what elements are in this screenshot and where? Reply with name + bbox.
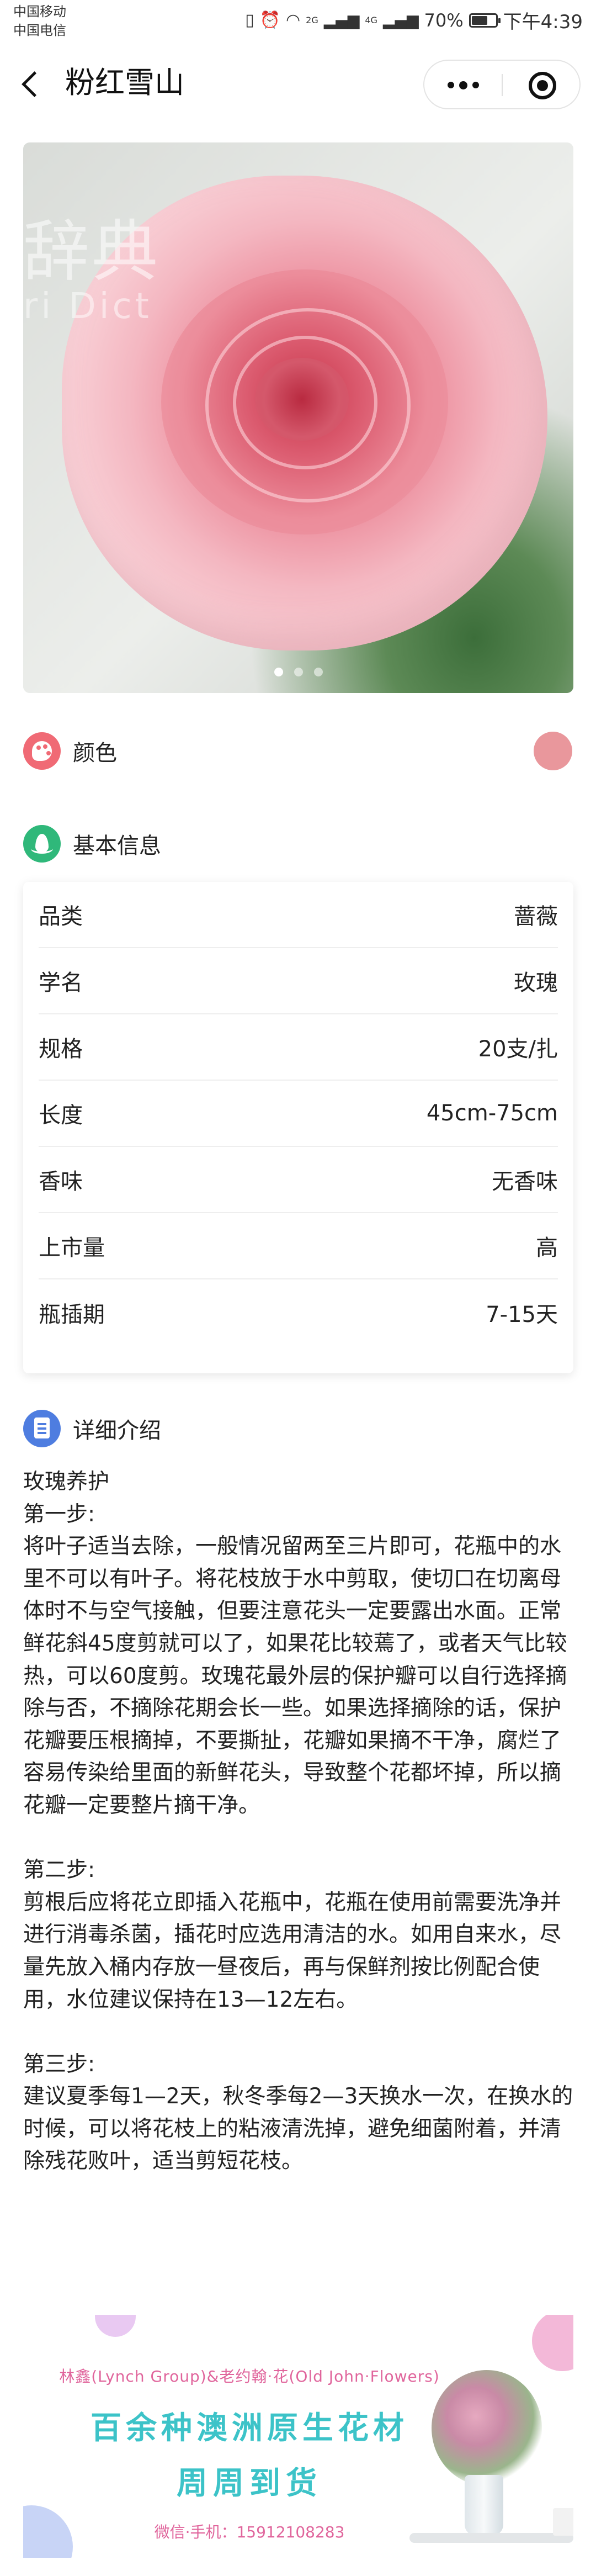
step1-text: 将叶子适当去除，一般情况留两至三片即可，花瓶中的水里不可以有叶子。将花枝放于水中… [23, 1534, 567, 1818]
back-arrow-icon[interactable] [15, 62, 49, 106]
step2-title: 第二步: [23, 1858, 95, 1883]
signal-icon: ▂▄▆ [323, 11, 360, 29]
palette-icon [23, 732, 61, 770]
rose-core [255, 358, 349, 441]
network-2g-label: 2G [306, 15, 318, 25]
banner-brand: 林鑫(Lynch Group)&老约翰·花(Old John·Flowers) [59, 2367, 440, 2385]
info-key: 长度 [39, 1103, 83, 1128]
step3-text: 建议夏季每1—2天，秋冬季每2—3天换水一次，在换水的时候，可以将花枝上的粘液清… [23, 2084, 573, 2174]
info-value: 无香味 [492, 1169, 558, 1194]
status-bar: 中国移动 中国电信 ▯ ⏰ ◠ 2G ▂▄▆ 4G ▂▄▆ 70% 下午4:39 [0, 0, 596, 44]
info-value: 45cm-75cm [426, 1101, 558, 1126]
decor-circle [95, 2315, 136, 2337]
info-key: 香味 [39, 1169, 83, 1194]
dot-icon [472, 82, 479, 88]
document-icon [23, 1410, 61, 1447]
carrier-info: 中国移动 中国电信 [13, 2, 66, 40]
detail-article: 玫瑰养护 第一步: 将叶子适当去除，一般情况留两至三片即可，花瓶中的水里不可以有… [23, 1466, 575, 2178]
step2-text: 剪根后应将花立即插入花瓶中，花瓶在使用前需要洗净并进行消毒杀菌，插花时应选用清洁… [23, 1890, 562, 2012]
status-icons: ▯ ⏰ ◠ 2G ▂▄▆ 4G ▂▄▆ 70% 下午4:39 [245, 7, 583, 34]
info-value: 20支/扎 [478, 1036, 558, 1062]
detail-label: 详细介绍 [73, 1418, 161, 1443]
info-value: 玫瑰 [514, 970, 558, 996]
step3-title: 第三步: [23, 2051, 95, 2077]
info-row-scientific-name: 学名 玫瑰 [39, 948, 558, 1014]
dot-icon [459, 81, 467, 89]
carousel-dot[interactable] [313, 668, 323, 676]
info-row-vase-life: 瓶插期 7-15天 [39, 1279, 558, 1346]
dot-icon [447, 82, 454, 88]
color-section-header: 颜色 [23, 732, 117, 770]
leaf-icon [23, 825, 61, 863]
info-row-fragrance: 香味 无香味 [39, 1147, 558, 1213]
color-label: 颜色 [73, 740, 117, 766]
image-carousel[interactable]: 辞典 ri Dict [23, 142, 573, 693]
info-key: 瓶插期 [39, 1302, 105, 1327]
info-row-spec: 规格 20支/扎 [39, 1014, 558, 1081]
battery-percent: 70% [424, 9, 464, 31]
carrier-1: 中国移动 [13, 4, 66, 19]
watermark-text: 辞典 [23, 214, 160, 290]
carousel-dot[interactable] [294, 668, 303, 676]
more-menu-button[interactable] [424, 61, 502, 109]
wifi-icon: ◠ [285, 10, 301, 30]
detail-header: 详细介绍 [23, 1409, 161, 1448]
banner-subheadline: 周周到货 [177, 2466, 322, 2501]
basic-info-label: 基本信息 [73, 833, 161, 859]
vibrate-icon: ▯ [245, 10, 254, 30]
nav-bar: 粉红雪山 [0, 44, 596, 121]
color-swatch [534, 732, 572, 770]
info-key: 品类 [39, 904, 83, 929]
info-row-length: 长度 45cm-75cm [39, 1081, 558, 1147]
info-key: 上市量 [39, 1235, 105, 1261]
info-value: 7-15天 [486, 1302, 558, 1327]
info-key: 规格 [39, 1036, 83, 1062]
page-title: 粉红雪山 [65, 65, 184, 100]
alarm-icon: ⏰ [259, 10, 280, 30]
banner-contact: 微信·手机：15912108283 [154, 2523, 345, 2541]
basic-info-header: 基本信息 [23, 824, 161, 863]
battery-level [471, 15, 487, 25]
clock: 下午4:39 [503, 11, 583, 33]
battery-icon [469, 13, 501, 28]
info-value: 蔷薇 [514, 904, 558, 929]
signal-icon: ▂▄▆ [382, 11, 419, 29]
network-4g-label: 4G [365, 15, 377, 25]
close-miniprogram-button[interactable] [503, 61, 581, 109]
watermark-subtext: ri Dict [23, 286, 152, 327]
info-key: 学名 [39, 970, 83, 996]
decor-circle [532, 2315, 573, 2371]
carousel-indicator [23, 668, 573, 676]
mug-image [553, 2508, 573, 2536]
vase-image [465, 2475, 503, 2536]
step1-title: 第一步: [23, 1501, 95, 1527]
carrier-2: 中国电信 [13, 23, 66, 38]
promo-banner[interactable]: 林鑫(Lynch Group)&老约翰·花(Old John·Flowers) … [23, 2315, 573, 2558]
banner-headline: 百余种澳洲原生花材 [91, 2410, 408, 2446]
info-row-category: 品类 蔷薇 [39, 882, 558, 948]
mini-program-capsule [423, 60, 581, 109]
info-row-supply: 上市量 高 [39, 1213, 558, 1279]
info-value: 高 [536, 1235, 558, 1261]
carousel-dot[interactable] [274, 668, 283, 676]
article-title: 玫瑰养护 [23, 1469, 110, 1494]
basic-info-card: 品类 蔷薇 学名 玫瑰 规格 20支/扎 长度 45cm-75cm 香味 无香味… [23, 882, 573, 1373]
